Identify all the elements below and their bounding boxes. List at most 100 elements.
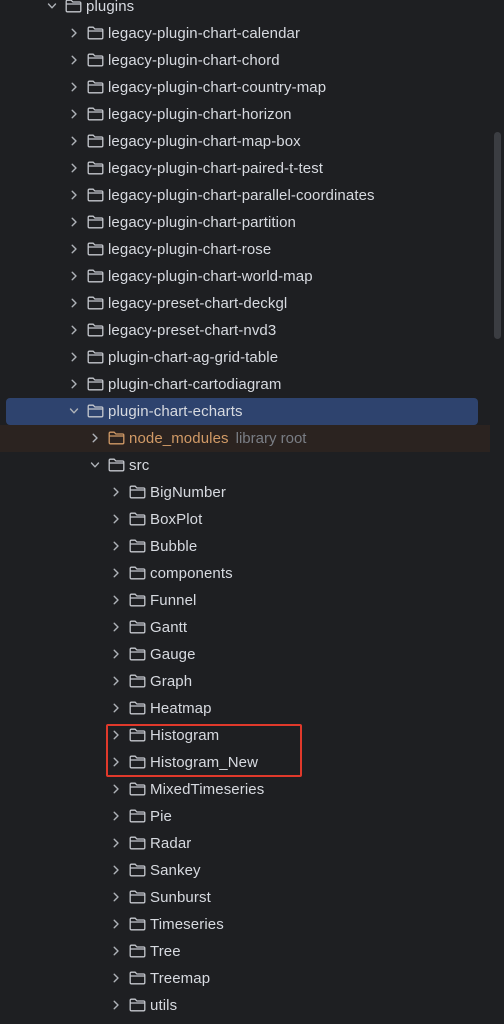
chevron-right-icon[interactable] <box>109 647 123 661</box>
tree-item-label: Treemap <box>150 969 211 987</box>
tree-item-label: plugin-chart-echarts <box>108 402 243 420</box>
tree-item[interactable]: node_modules library root <box>0 424 490 452</box>
chevron-down-icon[interactable] <box>67 404 81 418</box>
chevron-right-icon[interactable] <box>109 755 123 769</box>
chevron-right-icon[interactable] <box>109 809 123 823</box>
folder-icon <box>87 215 104 229</box>
chevron-right-icon[interactable] <box>67 296 81 310</box>
tree-item[interactable]: Histogram <box>0 722 490 749</box>
chevron-right-icon[interactable] <box>109 674 123 688</box>
tree-item[interactable]: Pie <box>0 803 490 830</box>
tree-item-label: Pie <box>150 807 172 825</box>
tree-item[interactable]: legacy-plugin-chart-country-map <box>0 74 490 101</box>
chevron-right-icon[interactable] <box>67 215 81 229</box>
folder-icon <box>87 269 104 283</box>
chevron-right-icon[interactable] <box>67 188 81 202</box>
chevron-right-icon[interactable] <box>67 161 81 175</box>
tree-item[interactable]: Bubble <box>0 533 490 560</box>
tree-item[interactable]: legacy-plugin-chart-parallel-coordinates <box>0 182 490 209</box>
tree-item[interactable]: MixedTimeseries <box>0 776 490 803</box>
chevron-right-icon[interactable] <box>109 701 123 715</box>
tree-item-label: Gantt <box>150 618 188 636</box>
tree-item[interactable]: Tree <box>0 938 490 965</box>
chevron-right-icon[interactable] <box>67 107 81 121</box>
tree-item[interactable]: legacy-plugin-chart-horizon <box>0 101 490 128</box>
tree-item[interactable]: legacy-plugin-chart-partition <box>0 209 490 236</box>
tree-item-label: legacy-plugin-chart-map-box <box>108 132 301 150</box>
folder-icon <box>65 0 82 13</box>
chevron-right-icon[interactable] <box>67 53 81 67</box>
chevron-right-icon[interactable] <box>109 485 123 499</box>
chevron-right-icon[interactable] <box>67 242 81 256</box>
tree-item[interactable]: Radar <box>0 830 490 857</box>
chevron-right-icon[interactable] <box>109 782 123 796</box>
tree-item-label: Graph <box>150 672 193 690</box>
tree-item[interactable]: Gantt <box>0 614 490 641</box>
chevron-right-icon[interactable] <box>109 620 123 634</box>
tree-item[interactable]: Heatmap <box>0 695 490 722</box>
chevron-right-icon[interactable] <box>109 971 123 985</box>
chevron-right-icon[interactable] <box>109 917 123 931</box>
folder-icon <box>87 26 104 40</box>
tree-item[interactable]: Graph <box>0 668 490 695</box>
tree-item[interactable]: legacy-preset-chart-deckgl <box>0 290 490 317</box>
tree-item[interactable]: plugin-chart-ag-grid-table <box>0 344 490 371</box>
tree-item[interactable]: legacy-preset-chart-nvd3 <box>0 317 490 344</box>
chevron-down-icon[interactable] <box>45 0 59 13</box>
folder-icon <box>87 404 104 418</box>
folder-icon <box>87 107 104 121</box>
chevron-right-icon[interactable] <box>109 836 123 850</box>
tree-item[interactable]: BigNumber <box>0 479 490 506</box>
tree-item[interactable]: legacy-plugin-chart-paired-t-test <box>0 155 490 182</box>
chevron-right-icon[interactable] <box>109 728 123 742</box>
chevron-right-icon[interactable] <box>109 863 123 877</box>
tree-item[interactable]: src <box>0 452 490 479</box>
tree-item[interactable]: Treemap <box>0 965 490 992</box>
folder-icon <box>87 134 104 148</box>
chevron-right-icon[interactable] <box>109 593 123 607</box>
chevron-right-icon[interactable] <box>67 269 81 283</box>
tree-item[interactable]: Sunburst <box>0 884 490 911</box>
chevron-right-icon[interactable] <box>109 944 123 958</box>
chevron-right-icon[interactable] <box>109 998 123 1012</box>
tree-item[interactable]: legacy-plugin-chart-chord <box>0 47 490 74</box>
folder-icon <box>87 296 104 310</box>
tree-item-label: Histogram_New <box>150 753 258 771</box>
tree-item[interactable]: plugins <box>0 0 490 20</box>
tree-item[interactable]: utils <box>0 992 490 1019</box>
folder-icon <box>129 917 146 931</box>
tree-item[interactable]: legacy-plugin-chart-map-box <box>0 128 490 155</box>
folder-icon <box>129 863 146 877</box>
chevron-right-icon[interactable] <box>67 350 81 364</box>
chevron-right-icon[interactable] <box>109 890 123 904</box>
tree-item[interactable]: legacy-plugin-chart-calendar <box>0 20 490 47</box>
tree-item[interactable]: plugin-chart-echarts <box>6 397 478 425</box>
folder-icon <box>87 53 104 67</box>
tree-item[interactable]: Histogram_New <box>0 749 490 776</box>
folder-icon <box>129 836 146 850</box>
chevron-right-icon[interactable] <box>88 431 102 445</box>
chevron-right-icon[interactable] <box>67 377 81 391</box>
tree-item[interactable]: Timeseries <box>0 911 490 938</box>
vertical-scrollbar[interactable] <box>494 132 501 339</box>
tree-item[interactable]: legacy-plugin-chart-rose <box>0 236 490 263</box>
chevron-right-icon[interactable] <box>67 323 81 337</box>
chevron-right-icon[interactable] <box>109 539 123 553</box>
tree-item[interactable]: BoxPlot <box>0 506 490 533</box>
tree-item[interactable]: Funnel <box>0 587 490 614</box>
chevron-down-icon[interactable] <box>88 458 102 472</box>
tree-item[interactable]: Sankey <box>0 857 490 884</box>
tree-item[interactable]: components <box>0 560 490 587</box>
tree-item-label: plugin-chart-cartodiagram <box>108 375 282 393</box>
chevron-right-icon[interactable] <box>109 566 123 580</box>
chevron-right-icon[interactable] <box>67 80 81 94</box>
folder-icon <box>129 701 146 715</box>
chevron-right-icon[interactable] <box>109 512 123 526</box>
tree-item[interactable]: plugin-chart-cartodiagram <box>0 371 490 398</box>
chevron-right-icon[interactable] <box>67 134 81 148</box>
tree-item-label: utils <box>150 996 178 1014</box>
tree-item[interactable]: Gauge <box>0 641 490 668</box>
tree-item[interactable]: legacy-plugin-chart-world-map <box>0 263 490 290</box>
chevron-right-icon[interactable] <box>67 26 81 40</box>
tree-item-label: BigNumber <box>150 483 226 501</box>
